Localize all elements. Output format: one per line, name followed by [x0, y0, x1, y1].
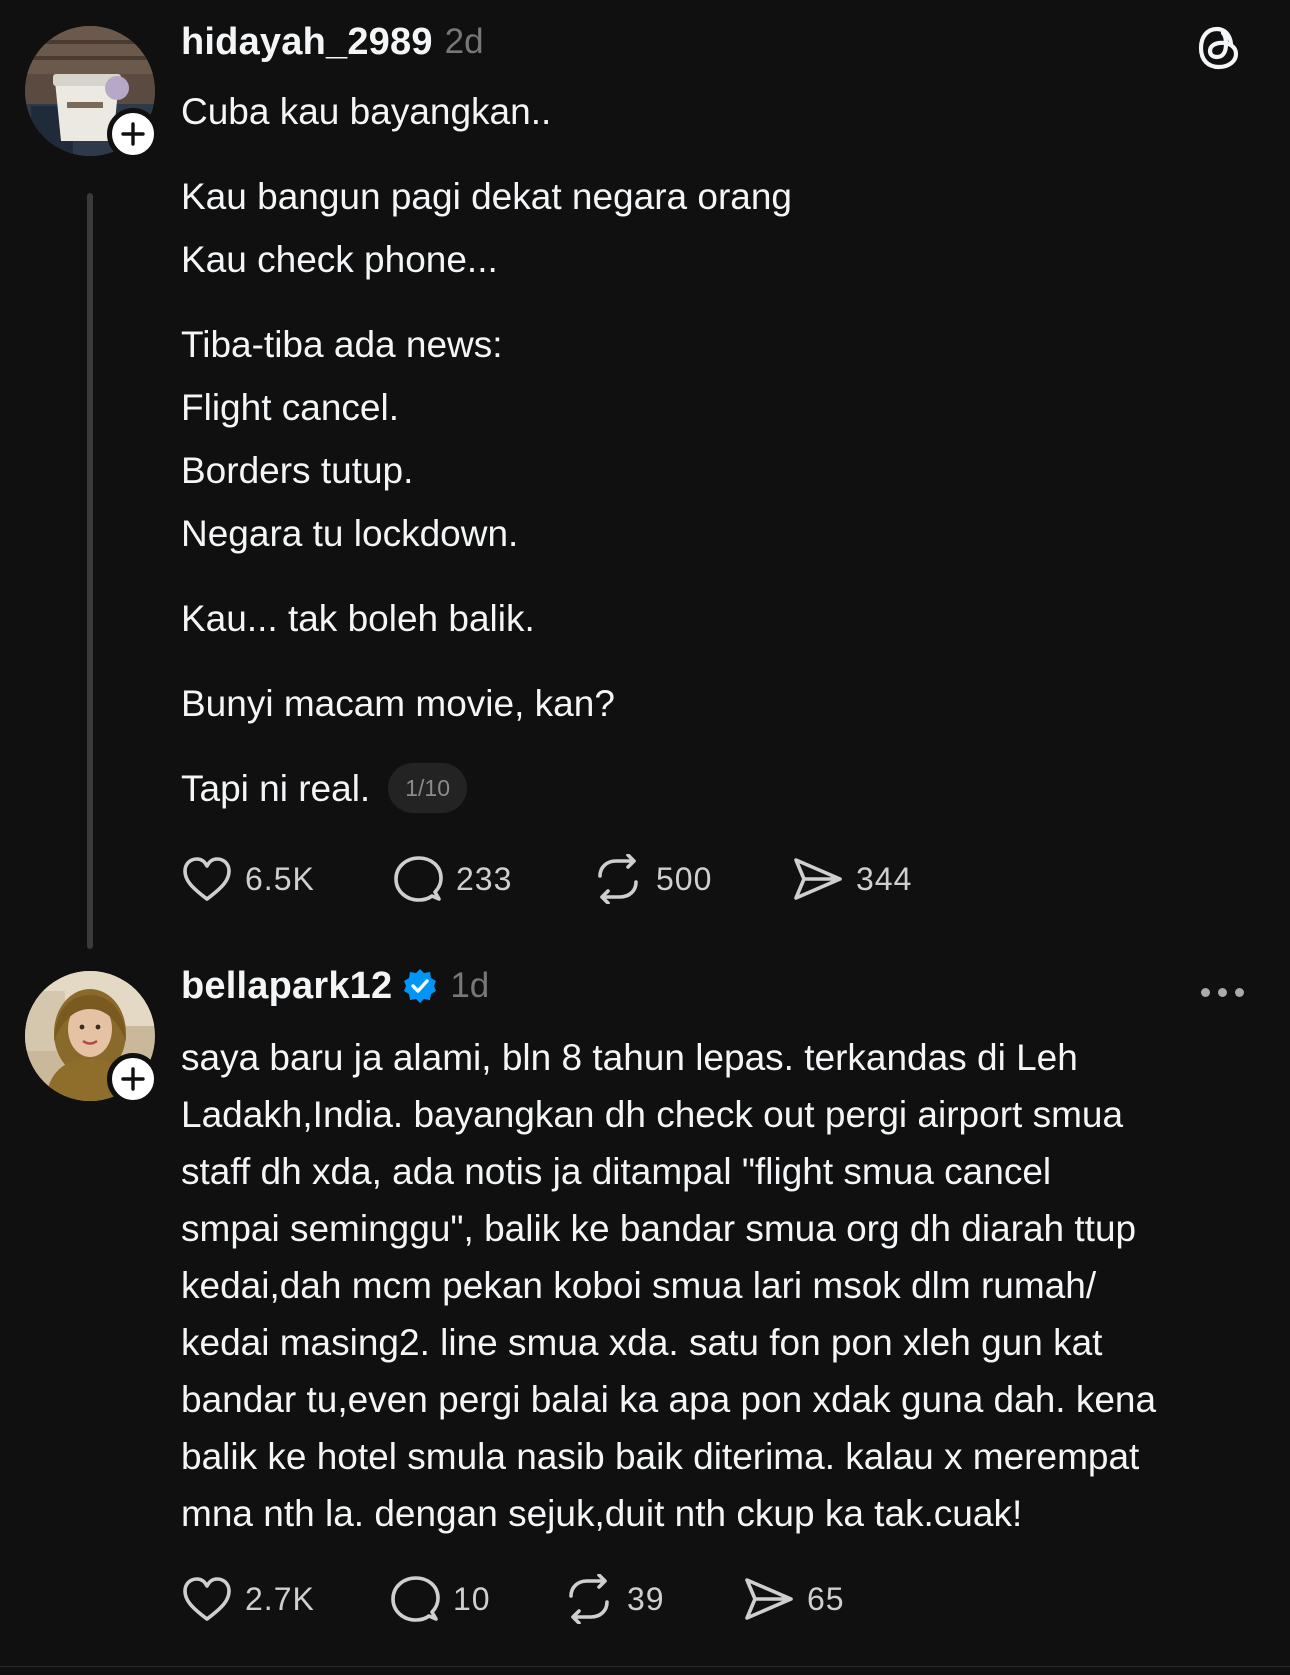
text-line-last: Tapi ni real. 1/10 [181, 757, 1261, 820]
last-line-text: Tapi ni real. [181, 768, 371, 809]
action-bar: 2.7K 10 39 65 [181, 1569, 845, 1629]
post-time: 2d [444, 22, 484, 61]
more-options-button[interactable] [1195, 982, 1250, 1003]
text-line: staff dh xda, ada notis ja ditampal "fli… [181, 1151, 1052, 1192]
thread-counter-badge: 1/10 [388, 763, 467, 814]
post-header: bellapark12 1d [181, 960, 489, 1012]
action-bar: 6.5K 233 500 344 [181, 849, 912, 909]
post-text: Cuba kau bayangkan.. Kau bangun pagi dek… [181, 80, 1261, 820]
send-icon [745, 1578, 793, 1620]
username[interactable]: bellapark12 [181, 965, 392, 1008]
send-icon [794, 858, 842, 900]
follow-button[interactable] [107, 108, 159, 160]
post-time: 1d [450, 966, 490, 1005]
text-line: bandar tu,even pergi balai ka apa pon xd… [181, 1379, 1157, 1420]
text-line: Flight cancel. [181, 387, 399, 428]
text-line: kedai masing2. line smua xda. satu fon p… [181, 1322, 1103, 1363]
more-options-icon [1201, 988, 1210, 997]
text-line: Cuba kau bayangkan.. [181, 91, 552, 132]
author-avatar-wrap [25, 26, 159, 160]
username[interactable]: hidayah_2989 [181, 21, 433, 64]
author-avatar-wrap [25, 971, 159, 1105]
heart-icon [183, 857, 231, 901]
repost-icon [569, 1574, 609, 1624]
reply-count: 10 [453, 1580, 491, 1617]
text-line: Kau... tak boleh balik. [181, 598, 535, 639]
threads-logo-icon[interactable] [1194, 22, 1244, 74]
comment-icon [391, 1576, 440, 1622]
reply-count: 233 [456, 860, 513, 897]
repost-count: 500 [656, 860, 713, 897]
comment-icon [394, 856, 443, 902]
share-count: 65 [807, 1580, 845, 1617]
text-line: kedai,dah mcm pekan koboi smua lari msok… [181, 1265, 1097, 1306]
post-header: hidayah_2989 2d [181, 16, 484, 68]
text-line: Kau check phone... [181, 239, 498, 280]
like-count: 6.5K [245, 860, 315, 897]
more-options-icon [1218, 988, 1227, 997]
text-line: smpai seminggu", balik ke bandar smua or… [181, 1208, 1137, 1249]
share-button[interactable]: 344 [792, 854, 912, 904]
reply-button[interactable]: 233 [392, 854, 592, 904]
follow-button[interactable] [107, 1053, 159, 1105]
repost-icon [598, 854, 638, 904]
repost-button[interactable]: 500 [592, 854, 792, 904]
plus-icon [121, 122, 145, 146]
divider [0, 1666, 1290, 1667]
thread-connector-line [87, 193, 93, 949]
repost-button[interactable]: 39 [563, 1574, 743, 1624]
plus-icon [121, 1067, 145, 1091]
text-line: Bunyi macam movie, kan? [181, 683, 615, 724]
text-line: Negara tu lockdown. [181, 513, 519, 554]
text-line: Tiba-tiba ada news: [181, 324, 503, 365]
post-text: saya baru ja alami, bln 8 tahun lepas. t… [181, 1029, 1261, 1542]
like-button[interactable]: 2.7K [181, 1574, 389, 1624]
text-line: Ladakh,India. bayangkan dh check out per… [181, 1094, 1124, 1135]
reply-button[interactable]: 10 [389, 1574, 563, 1624]
share-button[interactable]: 65 [743, 1574, 845, 1624]
text-line: mna nth la. dengan sejuk,duit nth ckup k… [181, 1493, 1023, 1534]
like-count: 2.7K [245, 1580, 315, 1617]
text-line: balik ke hotel smula nasib baik diterima… [181, 1436, 1140, 1477]
text-line: Kau bangun pagi dekat negara orang [181, 176, 793, 217]
share-count: 344 [856, 860, 913, 897]
like-button[interactable]: 6.5K [181, 854, 392, 904]
text-line: saya baru ja alami, bln 8 tahun lepas. t… [181, 1037, 1078, 1078]
text-line: Borders tutup. [181, 450, 414, 491]
verified-badge-icon [402, 968, 438, 1004]
repost-count: 39 [627, 1580, 665, 1617]
more-options-icon [1235, 988, 1244, 997]
heart-icon [183, 1577, 231, 1621]
